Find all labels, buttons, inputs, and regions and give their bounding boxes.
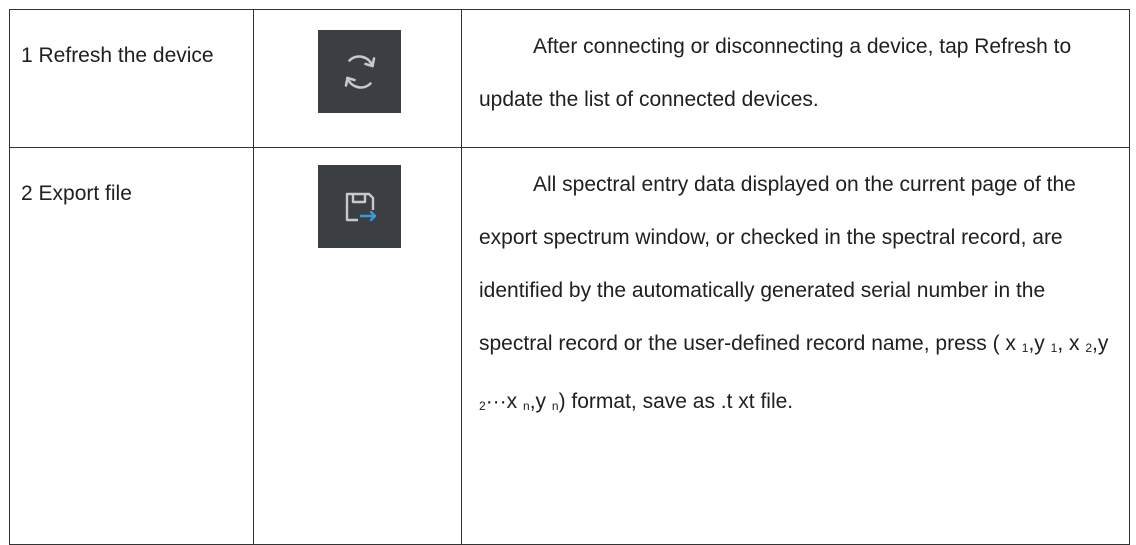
feature-description-cell: All spectral entry data displayed on the… <box>461 147 1130 545</box>
feature-name-cell: 1 Refresh the device <box>9 9 254 148</box>
feature-icon-cell <box>253 147 462 545</box>
feature-description-cell: After connecting or disconnecting a devi… <box>461 9 1130 148</box>
feature-name: 2 Export file <box>21 182 132 205</box>
refresh-icon <box>318 30 401 113</box>
feature-table: 1 Refresh the device After connecting or… <box>9 9 1130 545</box>
export-file-icon <box>318 165 401 248</box>
feature-name-cell: 2 Export file <box>9 147 254 545</box>
table-row: 1 Refresh the device After connecting or… <box>9 9 1130 148</box>
feature-description: After connecting or disconnecting a devi… <box>479 35 1072 111</box>
feature-name: 1 Refresh the device <box>21 44 214 67</box>
table-row: 2 Export file All spectral entry data di… <box>9 147 1130 545</box>
feature-description: All spectral entry data displayed on the… <box>479 173 1109 413</box>
feature-icon-cell <box>253 9 462 148</box>
